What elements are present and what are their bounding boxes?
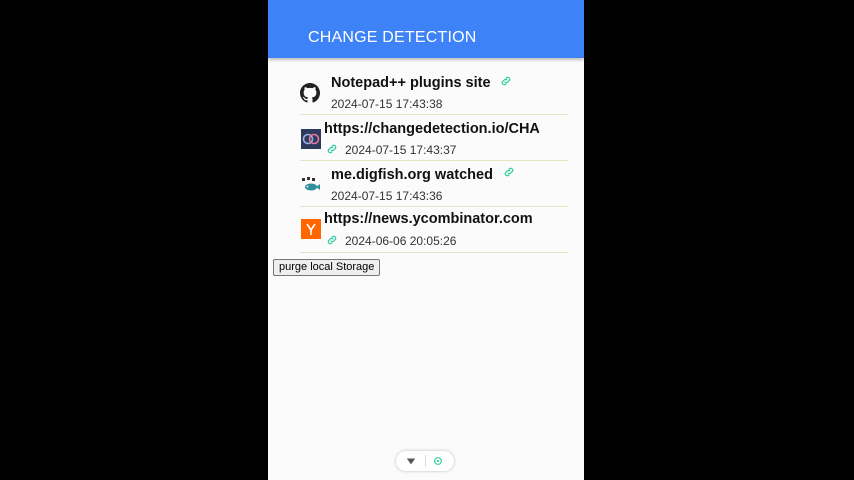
link-icon[interactable] [326,143,338,155]
item-date: 2024-07-15 17:43:36 [331,189,443,203]
item-name[interactable]: Notepad++ plugins site [331,75,491,91]
divider [425,455,426,467]
item-date: 2024-06-06 20:05:26 [345,234,457,248]
ycombinator-icon [301,219,321,239]
link-icon[interactable] [500,75,512,87]
purge-storage-button[interactable]: purge local Storage [273,259,381,276]
item-name[interactable]: https://changedetection.io/CHANGELOG [324,121,539,137]
changedetection-favicon [301,129,321,149]
app-header: CHANGE DETECTION [268,0,584,58]
list-item[interactable]: https://news.ycombinator.com 2024-06-06 … [300,207,568,253]
item-date: 2024-07-15 17:43:37 [345,143,457,157]
link-icon[interactable] [503,166,515,178]
devtools-toggle[interactable] [396,451,454,471]
item-name[interactable]: https://news.ycombinator.com [324,211,540,227]
link-icon[interactable] [326,234,338,246]
github-icon [300,83,320,103]
item-date: 2024-07-15 17:43:38 [331,97,443,111]
app-title: CHANGE DETECTION [308,29,477,46]
target-icon[interactable] [433,456,443,466]
watch-list: Notepad++ plugins site 2024-07-15 17:43:… [300,68,568,253]
list-item[interactable]: https://changedetection.io/CHANGELOG 202… [300,115,568,161]
item-name[interactable]: me.digfish.org watched [331,167,493,183]
digfish-favicon [302,177,320,191]
app-panel: CHANGE DETECTION Notepad++ plugins site … [268,0,584,480]
list-item[interactable]: me.digfish.org watched 2024-07-15 17:43:… [300,161,568,207]
chevron-down-icon[interactable] [406,456,416,466]
list-item[interactable]: Notepad++ plugins site 2024-07-15 17:43:… [300,68,568,115]
